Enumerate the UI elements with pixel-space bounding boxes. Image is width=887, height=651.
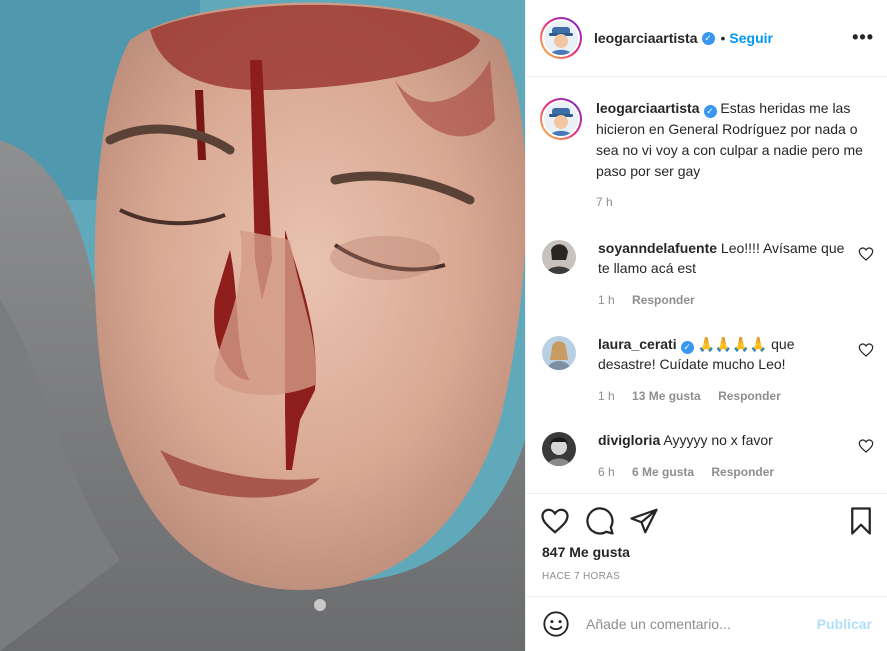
comment-item: divigloria Ayyyyy no x favor 6 h 6 Me gu… <box>540 430 880 482</box>
reply-button[interactable]: Responder <box>632 293 695 307</box>
comment-likes[interactable]: 6 Me gusta <box>632 465 694 479</box>
comment-item: laura_cerati ✓ 🙏🙏🙏🙏 que desastre! Cuídate… <box>540 334 880 406</box>
caption-username[interactable]: leogarciaartista <box>596 100 700 116</box>
comment-likes[interactable]: 13 Me gusta <box>632 389 701 403</box>
heart-icon[interactable] <box>858 246 874 262</box>
commenter-avatar[interactable] <box>542 240 576 274</box>
post-panel: leogarciaartista ✓ • Seguir ••• leogarci… <box>525 0 887 651</box>
comment-text: Ayyyyy no x favor <box>663 432 773 448</box>
heart-icon[interactable] <box>858 342 874 358</box>
publish-button[interactable]: Publicar <box>817 616 872 632</box>
heart-icon[interactable] <box>858 438 874 454</box>
verified-icon: ✓ <box>701 31 715 45</box>
commenter-avatar[interactable] <box>542 336 576 370</box>
comment-username[interactable]: soyanndelafuente <box>598 240 717 256</box>
bookmark-icon[interactable] <box>846 506 876 536</box>
add-comment-form: Publicar <box>526 596 887 651</box>
comment-username[interactable]: laura_cerati <box>598 336 677 352</box>
post-timestamp[interactable]: HACE 7 HORAS <box>542 571 620 582</box>
heart-icon[interactable] <box>540 506 570 536</box>
author-avatar[interactable] <box>540 17 582 59</box>
caption-time[interactable]: 7 h <box>596 195 613 209</box>
verified-icon: ✓ <box>680 340 694 354</box>
comment-item: soyanndelafuente Leo!!!! Avísame que te … <box>540 238 880 310</box>
post-photo[interactable] <box>0 0 525 651</box>
comment-time[interactable]: 1 h <box>598 389 615 403</box>
comment-time[interactable]: 6 h <box>598 465 615 479</box>
post-actions: 847 Me gusta HACE 7 HORAS <box>526 493 887 593</box>
comments-list[interactable]: leogarciaartista ✓ Estas heridas me las h… <box>526 78 887 493</box>
likes-count[interactable]: 847 Me gusta <box>542 544 630 560</box>
reply-button[interactable]: Responder <box>718 389 781 403</box>
author-username[interactable]: leogarciaartista <box>594 30 698 46</box>
post-header: leogarciaartista ✓ • Seguir ••• <box>526 0 887 77</box>
emoji-icon[interactable] <box>542 610 570 638</box>
separator-dot: • <box>720 30 726 46</box>
post-photo-image <box>0 0 525 651</box>
follow-button[interactable]: Seguir <box>729 30 773 46</box>
share-icon[interactable] <box>629 506 659 536</box>
more-icon[interactable]: ••• <box>852 28 874 46</box>
caption-avatar[interactable] <box>540 98 582 140</box>
commenter-avatar[interactable] <box>542 432 576 466</box>
comment-input[interactable] <box>586 616 817 632</box>
post-caption: leogarciaartista ✓ Estas heridas me las h… <box>540 98 880 213</box>
comment-time[interactable]: 1 h <box>598 293 615 307</box>
comment-username[interactable]: divigloria <box>598 432 660 448</box>
verified-icon: ✓ <box>703 105 717 118</box>
comment-icon[interactable] <box>585 506 615 536</box>
reply-button[interactable]: Responder <box>711 465 774 479</box>
